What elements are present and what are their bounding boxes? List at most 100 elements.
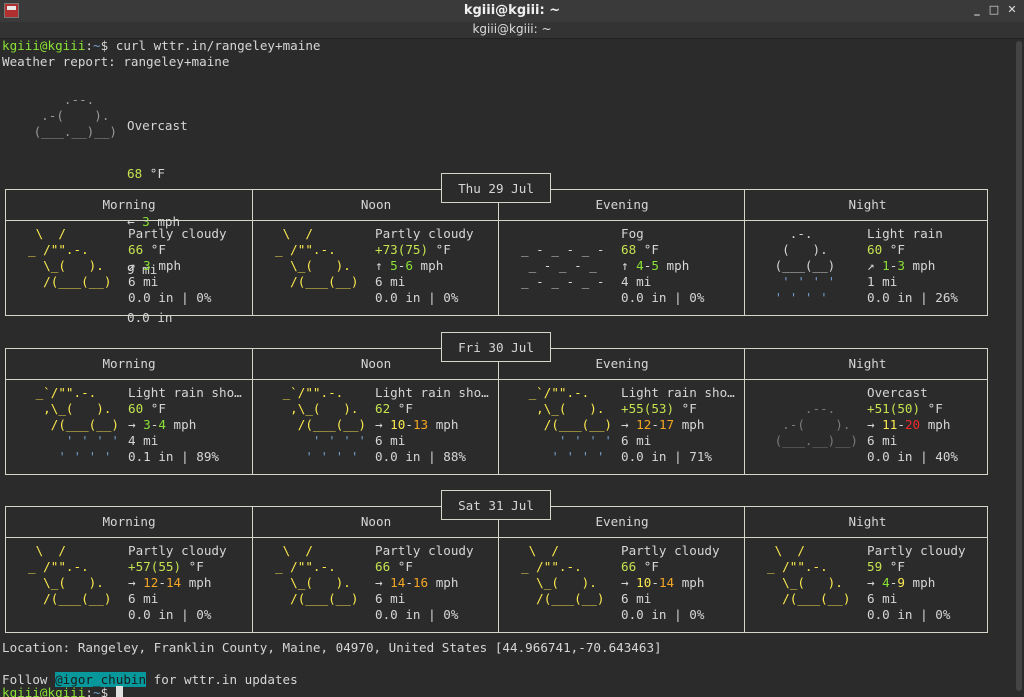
- forecast-period: Evening \ / _ /"".-. \_( ). /(___(__) Part…: [498, 507, 745, 632]
- precipitation: 0.0 in | 0%: [375, 290, 459, 305]
- temperature: +55(53) °F: [621, 401, 697, 416]
- weather-info: Partly cloudy 66 °F ↗ 3 mph 6 mi 0.0 in | 0%: [128, 226, 250, 306]
- period-label: Night: [848, 356, 887, 371]
- forecast-table: Morning \ / _ /"".-. \_( ). /(___(__) Part…: [5, 189, 988, 316]
- current-condition: Overcast: [127, 118, 188, 133]
- weather-info: Partly cloudy +73(75) °F ↑ 5-6 mph 6 mi 0.0 …: [375, 226, 497, 306]
- prompt-symbol: $: [100, 38, 116, 53]
- forecast-period: Morning \ / _ /"".-. \_( ). /(___(__) Part…: [6, 507, 252, 632]
- period-label: Morning: [102, 356, 156, 371]
- report-header: Weather report: rangeley+maine: [2, 54, 230, 69]
- weather-info: Partly cloudy 66 °F → 14-16 mph 6 mi 0.0 in …: [375, 543, 497, 623]
- forecast-period: Night .-. ( ). (___(__) ' ' ' ' ' ' ' ' L…: [744, 190, 990, 315]
- wind: → 11-20 mph: [867, 417, 951, 432]
- wind: → 10-14 mph: [621, 575, 705, 590]
- condition: Light rain sho…: [621, 385, 735, 400]
- temperature: 60 °F: [867, 242, 905, 257]
- wind: → 4-9 mph: [867, 575, 936, 590]
- location-line: Location: Rangeley, Franklin County, Mai…: [2, 640, 662, 655]
- forecast-period: Morning \ / _ /"".-. \_( ). /(___(__) Part…: [6, 190, 252, 315]
- weather-info: Fog 68 °F ↑ 4-5 mph 4 mi 0.0 in | 0%: [621, 226, 743, 306]
- condition: Fog: [621, 226, 644, 241]
- weather-info: Light rain sho… +55(53) °F → 12-17 mph 6 mi…: [621, 385, 743, 465]
- tab-title[interactable]: kgiii@kgiii: ~: [0, 22, 1024, 36]
- forecast-period: Noon _`/"".-. ,\_( ). /(___(__) ' ' ' ' …: [252, 349, 499, 474]
- condition: Partly cloudy: [375, 226, 474, 241]
- scrollbar[interactable]: [1014, 39, 1024, 697]
- condition: Partly cloudy: [621, 543, 720, 558]
- title-bar[interactable]: kgiii@kgiii: ~ _ □ ✕: [0, 0, 1024, 22]
- wind: → 14-16 mph: [375, 575, 459, 590]
- temperature: 66 °F: [621, 559, 659, 574]
- precipitation: 0.0 in | 0%: [621, 607, 705, 622]
- close-button[interactable]: ✕: [1004, 2, 1020, 18]
- precipitation: 0.0 in | 71%: [621, 449, 712, 464]
- forecast-period: Morning _`/"".-. ,\_( ). /(___(__) ' ' '…: [6, 349, 252, 474]
- weather-icon: \ / _ /"".-. \_( ). /(___(__): [275, 543, 359, 606]
- current-temp: 68 °F: [127, 166, 165, 181]
- tab-bar: kgiii@kgiii: ~: [0, 22, 1024, 39]
- wind: → 12-14 mph: [128, 575, 212, 590]
- visibility: 1 mi: [867, 274, 898, 289]
- visibility: 6 mi: [867, 433, 898, 448]
- minimize-button[interactable]: _: [969, 2, 985, 18]
- weather-icon: \ / _ /"".-. \_( ). /(___(__): [28, 226, 112, 289]
- visibility: 6 mi: [375, 433, 406, 448]
- precipitation: 0.0 in | 26%: [867, 290, 958, 305]
- weather-info: Light rain sho… 62 °F → 10-13 mph 6 mi 0.0 i…: [375, 385, 497, 465]
- forecast-date: Thu 29 Jul: [441, 173, 551, 203]
- scrollbar-thumb[interactable]: [1016, 41, 1022, 691]
- weather-icon: .-. ( ). (___(__) ' ' ' ' ' ' ' ': [767, 226, 836, 305]
- wind: ↑ 5-6 mph: [375, 258, 444, 273]
- visibility: 6 mi: [375, 591, 406, 606]
- wind: ↗ 3 mph: [128, 258, 182, 273]
- condition: Partly cloudy: [128, 226, 227, 241]
- weather-info: Partly cloudy +57(55) °F → 12-14 mph 6 mi 0.…: [128, 543, 250, 623]
- precipitation: 0.0 in | 0%: [621, 290, 705, 305]
- temperature: 59 °F: [867, 559, 905, 574]
- condition: Light rain sho…: [375, 385, 489, 400]
- weather-icon: .--. .-( ). (___.__)__): [767, 401, 858, 448]
- weather-icon: _`/"".-. ,\_( ). /(___(__) ' ' ' ' ' ' '…: [28, 385, 119, 464]
- visibility: 4 mi: [621, 274, 652, 289]
- forecast-period: Noon \ / _ /"".-. \_( ). /(___(__) Partly …: [252, 190, 499, 315]
- window-title: kgiii@kgiii: ~: [463, 3, 561, 18]
- temperature: 68 °F: [621, 242, 659, 257]
- forecast-date: Sat 31 Jul: [441, 490, 551, 520]
- visibility: 6 mi: [867, 591, 898, 606]
- forecast-period: Night .--. .-( ). (___.__)__) Overcast +51…: [744, 349, 990, 474]
- temperature: 66 °F: [375, 559, 413, 574]
- weather-info: Partly cloudy 66 °F → 10-14 mph 6 mi 0.0 in …: [621, 543, 743, 623]
- temperature: +73(75) °F: [375, 242, 451, 257]
- prompt-path: ~: [93, 38, 101, 53]
- weather-info: Light rain 60 °F ↗ 1-3 mph 1 mi 0.0 in | 26%: [867, 226, 989, 306]
- weather-icon: _ - _ - _ - _ - _ - _ _ - _ - _ -: [521, 242, 605, 289]
- condition: Partly cloudy: [375, 543, 474, 558]
- wind: → 10-13 mph: [375, 417, 459, 432]
- precipitation: 0.0 in | 0%: [128, 290, 212, 305]
- precipitation: 0.0 in | 40%: [867, 449, 958, 464]
- weather-icon: \ / _ /"".-. \_( ). /(___(__): [275, 226, 359, 289]
- wind: → 12-17 mph: [621, 417, 705, 432]
- temperature: 62 °F: [375, 401, 413, 416]
- forecast-period: Evening _`/"".-. ,\_( ). /(___(__) ' ' '…: [498, 349, 745, 474]
- weather-info: Partly cloudy 59 °F → 4-9 mph 6 mi 0.0 in | …: [867, 543, 989, 623]
- period-label: Night: [848, 197, 887, 212]
- maximize-button[interactable]: □: [986, 2, 1002, 18]
- wind: ↗ 1-3 mph: [867, 258, 936, 273]
- precipitation: 0.0 in | 0%: [128, 607, 212, 622]
- visibility: 6 mi: [621, 591, 652, 606]
- prompt-line[interactable]: kgiii@kgiii:~$: [2, 685, 123, 697]
- condition: Light rain sho…: [128, 385, 242, 400]
- weather-icon: \ / _ /"".-. \_( ). /(___(__): [28, 543, 112, 606]
- forecast-table: Morning \ / _ /"".-. \_( ). /(___(__) Part…: [5, 506, 988, 633]
- period-label: Morning: [102, 197, 156, 212]
- weather-info: Overcast +51(50) °F → 11-20 mph 6 mi 0.0 in …: [867, 385, 989, 465]
- command-line: kgiii@kgiii:~$ curl wttr.in/rangeley+mai…: [2, 38, 320, 54]
- period-label: Morning: [102, 514, 156, 529]
- wind: → 3-4 mph: [128, 417, 197, 432]
- forecast-table: Morning _`/"".-. ,\_( ). /(___(__) ' ' '…: [5, 348, 988, 475]
- temperature: 60 °F: [128, 401, 166, 416]
- weather-icon: _`/"".-. ,\_( ). /(___(__) ' ' ' ' ' ' '…: [275, 385, 366, 464]
- temperature: 66 °F: [128, 242, 166, 257]
